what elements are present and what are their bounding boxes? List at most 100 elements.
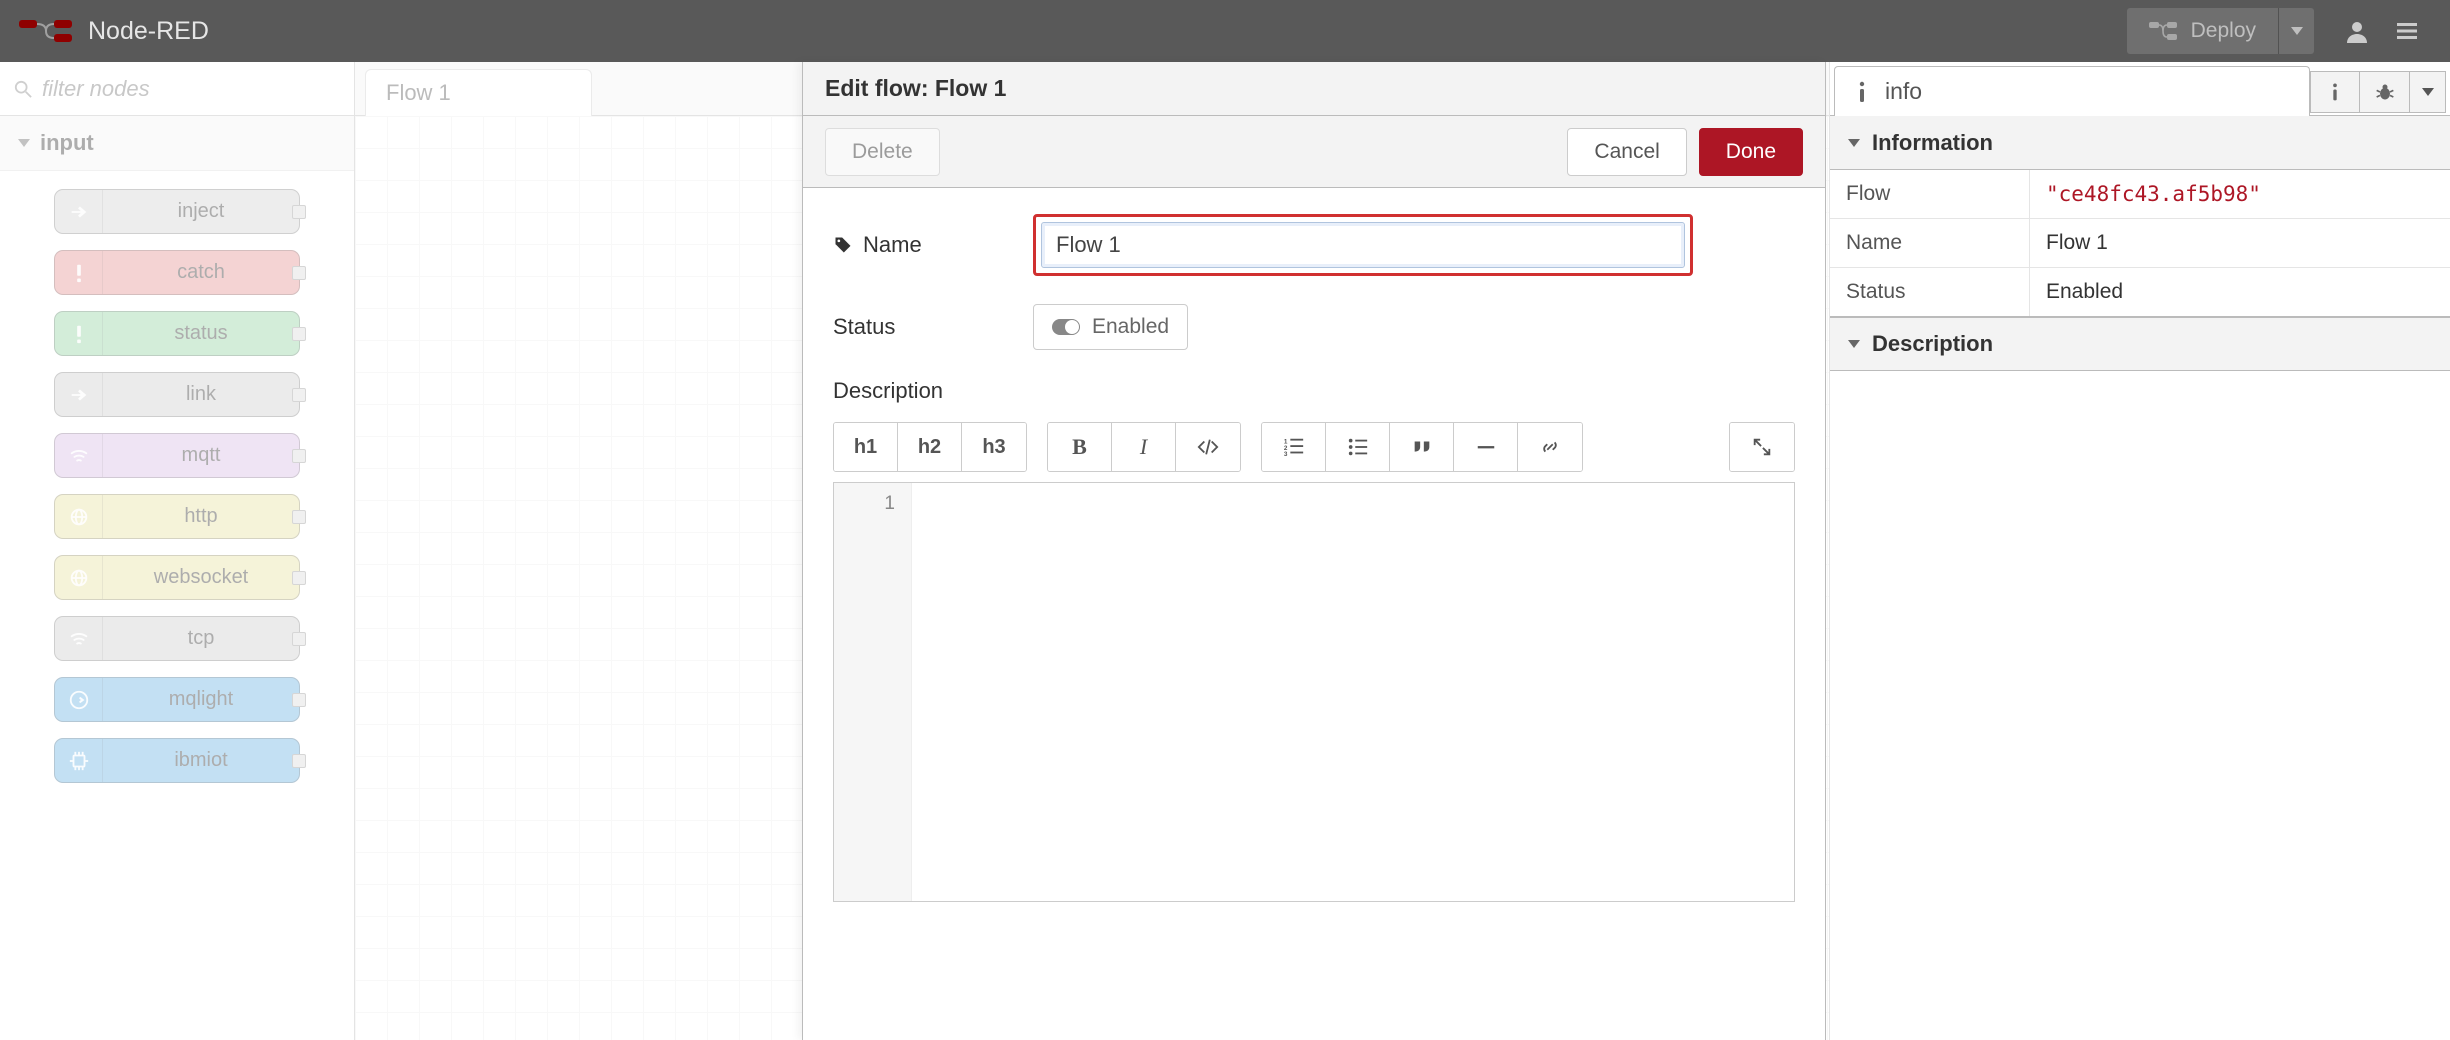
palette-filter[interactable] [0, 62, 354, 116]
ed-h1-button[interactable]: h1 [834, 423, 898, 471]
palette-node-inject[interactable]: inject [54, 189, 300, 234]
toggle-switch-icon [1052, 319, 1080, 335]
info-table: Flow "ce48fc43.af5b98" Name Flow 1 Statu… [1830, 170, 2450, 317]
chevron-down-icon [1848, 139, 1860, 147]
palette-category-label: input [40, 130, 94, 156]
svg-text:3: 3 [1283, 451, 1287, 458]
ed-headings-group: h1 h2 h3 [833, 422, 1027, 472]
main-menu-button[interactable] [2382, 8, 2432, 54]
ed-expand-button[interactable] [1730, 423, 1794, 471]
sidebar-info-button[interactable] [2310, 71, 2360, 113]
app-header: Node-RED Deploy [0, 0, 2450, 62]
ed-bold-button[interactable]: B [1048, 423, 1112, 471]
sidebar-menu-button[interactable] [2410, 71, 2446, 113]
user-button[interactable] [2332, 8, 2382, 54]
palette-node-label: websocket [103, 566, 299, 589]
sidebar-section-label: Information [1872, 130, 1993, 156]
caret-down-icon [2422, 88, 2434, 96]
deploy-button[interactable]: Deploy [2127, 8, 2278, 54]
done-button[interactable]: Done [1699, 128, 1803, 176]
palette-node-websocket[interactable]: websocket [54, 555, 300, 600]
node-port [292, 571, 306, 585]
ed-code-button[interactable] [1176, 423, 1240, 471]
globe-icon [55, 495, 103, 538]
info-value-name: Flow 1 [2030, 219, 2450, 267]
horizontal-rule-icon [1475, 436, 1497, 458]
description-editor[interactable]: 1 [833, 482, 1795, 902]
palette-node-label: catch [103, 261, 299, 284]
ed-quote-button[interactable] [1390, 423, 1454, 471]
palette-node-mqtt[interactable]: mqtt [54, 433, 300, 478]
tray-title: Edit flow: Flow 1 [803, 62, 1825, 116]
node-port [292, 327, 306, 341]
palette-node-label: inject [103, 200, 299, 223]
arrowC-icon [55, 678, 103, 721]
sidebar-section-description[interactable]: Description [1830, 317, 2450, 371]
info-row-flow: Flow "ce48fc43.af5b98" [1830, 170, 2450, 218]
node-port [292, 266, 306, 280]
app-title: Node-RED [88, 17, 209, 46]
globe-icon [55, 556, 103, 599]
form-row-description: Description h1 h2 h3 B I [833, 378, 1795, 902]
ed-h2-button[interactable]: h2 [898, 423, 962, 471]
edit-flow-tray: Edit flow: Flow 1 Delete Cancel Done Nam… [802, 62, 1826, 1040]
link-icon [1539, 436, 1561, 458]
palette-node-status[interactable]: status [54, 311, 300, 356]
ed-ul-button[interactable] [1326, 423, 1390, 471]
sidebar-section-information[interactable]: Information [1830, 116, 2450, 170]
info-key: Name [1830, 219, 2030, 267]
unordered-list-icon [1347, 436, 1369, 458]
ed-ol-button[interactable]: 123 [1262, 423, 1326, 471]
info-value-flow-id: "ce48fc43.af5b98" [2030, 170, 2450, 218]
editor-line-number: 1 [834, 493, 895, 515]
palette-node-label: mqlight [103, 688, 299, 711]
delete-button[interactable]: Delete [825, 128, 940, 176]
cancel-button[interactable]: Cancel [1567, 128, 1686, 176]
status-toggle[interactable]: Enabled [1033, 304, 1188, 350]
logo: Node-RED [18, 17, 209, 46]
palette-node-link[interactable]: link [54, 372, 300, 417]
name-label: Name [833, 232, 1023, 258]
bug-icon [2375, 82, 2395, 102]
ed-format-group: B I [1047, 422, 1241, 472]
palette-node-catch[interactable]: catch [54, 250, 300, 295]
expand-icon [1751, 436, 1773, 458]
info-key: Status [1830, 268, 2030, 316]
editor-content[interactable] [912, 483, 1794, 901]
sidebar-tab-label: info [1885, 78, 1922, 105]
quote-icon [1411, 436, 1433, 458]
arrow-icon [55, 190, 103, 233]
ed-italic-button[interactable]: I [1112, 423, 1176, 471]
ed-hr-button[interactable] [1454, 423, 1518, 471]
info-value-status: Enabled [2030, 268, 2450, 316]
deploy-menu-button[interactable] [2278, 8, 2314, 54]
node-port [292, 449, 306, 463]
palette-node-tcp[interactable]: tcp [54, 616, 300, 661]
tray-body: Name Status Enabled Description [803, 188, 1825, 1040]
editor-toolbar: h1 h2 h3 B I 1 [833, 422, 1795, 472]
tag-icon [833, 235, 853, 255]
ed-h3-button[interactable]: h3 [962, 423, 1026, 471]
ed-link-button[interactable] [1518, 423, 1582, 471]
palette-nodes-list: inject catch status link mqtt http websocket tc… [0, 171, 354, 801]
sidebar: info Information Flow [1830, 62, 2450, 1040]
node-port [292, 388, 306, 402]
palette-node-ibmiot[interactable]: ibmiot [54, 738, 300, 783]
sidebar-tab-info[interactable]: info [1834, 66, 2310, 116]
palette-node-http[interactable]: http [54, 494, 300, 539]
chevron-down-icon [1848, 340, 1860, 348]
deploy-label: Deploy [2191, 19, 2256, 43]
palette-node-mqlight[interactable]: mqlight [54, 677, 300, 722]
palette-node-label: mqtt [103, 444, 299, 467]
form-row-status: Status Enabled [833, 304, 1795, 350]
flow-name-input[interactable] [1041, 222, 1685, 268]
chevron-down-icon [18, 139, 30, 147]
workspace-tab[interactable]: Flow 1 [365, 69, 592, 116]
node-port [292, 693, 306, 707]
sidebar-debug-button[interactable] [2360, 71, 2410, 113]
bang-icon [55, 251, 103, 294]
ordered-list-icon: 123 [1283, 436, 1305, 458]
palette-filter-input[interactable] [40, 75, 340, 103]
palette-category-header[interactable]: input [0, 116, 354, 171]
wifi-icon [55, 434, 103, 477]
